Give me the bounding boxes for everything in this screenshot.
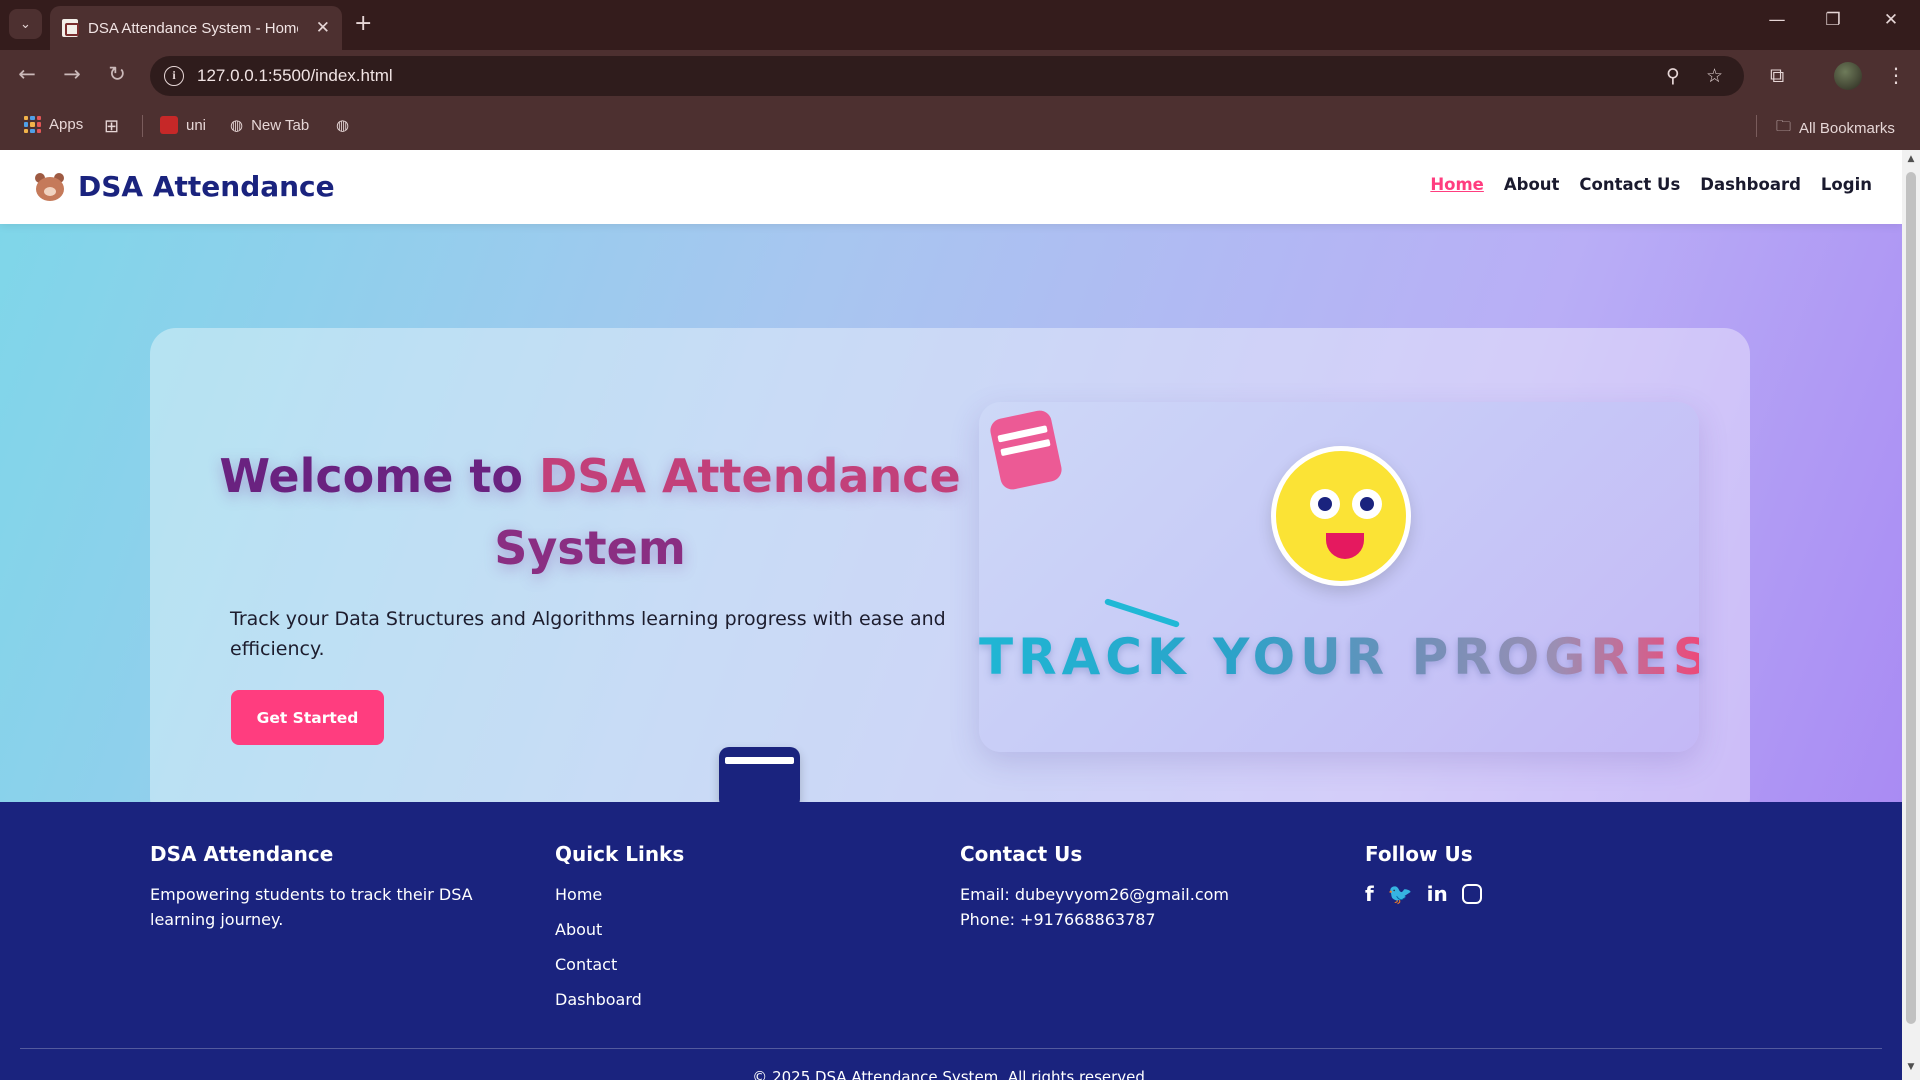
zoom-icon[interactable]: ⚲ [1666,65,1680,87]
footer-contact-column: Contact Us Email: dubeyvyom26@gmail.com … [960,842,1340,932]
pen-stroke-decoration [1103,598,1181,628]
bookmark-grid[interactable]: ⊞ [104,116,119,137]
hero-description: Track your Data Structures and Algorithm… [230,608,946,660]
footer-link-contact[interactable]: Contact [555,952,935,977]
tab-title: DSA Attendance System - Home [88,19,298,37]
scrollbar-thumb[interactable] [1906,172,1916,1024]
bookmarks-bar: Apps ⊞ uni ◍ New Tab ◍ 🗀 All Bookmarks [0,102,1920,150]
tab-search-button[interactable]: ⌄ [9,9,42,39]
new-tab-button[interactable]: + [354,10,372,38]
footer-link-dashboard[interactable]: Dashboard [555,987,935,1012]
book-illustration-icon [988,408,1064,492]
footer-link-about[interactable]: About [555,917,935,942]
tab-favicon-icon [62,19,79,37]
back-button[interactable]: ← [12,62,42,86]
bookmark-uni-label: uni [186,116,207,134]
footer-about-text: Empowering students to track their DSA l… [150,885,473,929]
nav-link-home[interactable]: Home [1430,175,1484,194]
reload-button[interactable]: ↻ [102,62,132,86]
footer-follow-column: Follow Us f 🐦 in [1365,842,1745,906]
profile-avatar[interactable] [1834,62,1862,90]
brand-name: DSA Attendance [78,170,335,203]
bookmark-star-icon[interactable]: ☆ [1706,65,1723,87]
bookmarks-divider [142,115,143,137]
page-viewport: DSA Attendance Home About Contact Us Das… [0,150,1902,1080]
hero-illustration: TRACK YOUR PROGRESS! [979,402,1781,752]
bear-logo-icon [34,172,64,201]
browser-tab-strip: ⌄ DSA Attendance System - Home ✕ + — ❐ ✕ [0,0,1920,50]
minimize-window-button[interactable]: — [1762,10,1792,30]
nav-link-dashboard[interactable]: Dashboard [1700,175,1801,194]
restore-window-button[interactable]: ❐ [1818,10,1848,30]
card-illustration-icon [719,747,800,809]
instagram-icon[interactable] [1461,884,1482,904]
bookmark-new-tab-label: New Tab [251,116,310,134]
browser-toolbar: ← → ↻ i 127.0.0.1:5500/index.html ⚲ ☆ ⧉ … [0,50,1920,102]
hero-section: Welcome to DSA Attendance System Track y… [0,224,1902,824]
close-window-button[interactable]: ✕ [1876,10,1906,30]
folder-icon: 🗀 [1776,118,1792,135]
browser-menu-icon[interactable]: ⋮ [1886,63,1906,87]
address-url[interactable]: 127.0.0.1:5500/index.html [197,66,393,86]
extensions-icon[interactable]: ⧉ [1770,63,1784,87]
track-progress-text: TRACK YOUR PROGRESS! [979,628,1781,686]
footer-link-home[interactable]: Home [555,882,935,907]
hero-title-part2: DSA Attendance [539,449,961,503]
linkedin-icon[interactable]: in [1427,882,1448,906]
globe-icon: ◍ [230,117,244,134]
facebook-icon[interactable]: f [1365,882,1374,906]
nav-link-login[interactable]: Login [1821,175,1872,194]
browser-tab-active[interactable]: DSA Attendance System - Home ✕ [50,6,342,50]
hero-title: Welcome to DSA Attendance System [190,440,990,584]
bookmark-apps[interactable]: Apps [24,116,83,133]
hero-card: Welcome to DSA Attendance System Track y… [150,328,1781,824]
footer-about-column: DSA Attendance Empowering students to tr… [150,842,540,932]
address-bar[interactable]: i 127.0.0.1:5500/index.html ⚲ ☆ [150,56,1744,96]
footer-contact-heading: Contact Us [960,842,1083,866]
site-footer: DSA Attendance Empowering students to tr… [0,802,1902,1080]
hero-title-part1: Welcome to [219,449,540,503]
all-bookmarks[interactable]: 🗀 All Bookmarks [1776,116,1895,141]
page-scrollbar[interactable]: ▲ ▼ [1902,150,1920,1080]
grid-icon: ⊞ [104,116,120,136]
social-links: f 🐦 in [1365,882,1745,906]
footer-follow-heading: Follow Us [1365,842,1473,866]
twitter-icon[interactable]: 🐦 [1388,882,1413,906]
bookmark-globe[interactable]: ◍ [336,116,349,134]
footer-contact-phone: Phone: +917668863787 [960,910,1156,929]
bookmark-apps-label: Apps [49,116,84,133]
apps-grid-icon [24,116,41,133]
nav-link-about[interactable]: About [1504,175,1560,194]
all-bookmarks-label: All Bookmarks [1799,120,1895,137]
footer-quick-links-column: Quick Links Home About Contact Dashboard [555,842,935,1022]
scroll-down-arrow-icon[interactable]: ▼ [1906,1062,1916,1072]
footer-about-heading: DSA Attendance [150,842,334,866]
footer-contact-email: Email: dubeyvyom26@gmail.com [960,885,1229,904]
forward-button[interactable]: → [57,62,87,86]
get-started-button[interactable]: Get Started [231,690,384,745]
scroll-up-arrow-icon[interactable]: ▲ [1906,154,1916,164]
brand-logo[interactable]: DSA Attendance [34,170,335,203]
site-info-icon[interactable]: i [164,66,184,86]
site-header: DSA Attendance Home About Contact Us Das… [0,150,1902,224]
smiley-face-icon [1271,446,1411,586]
globe-icon: ◍ [336,117,350,134]
footer-divider [20,1048,1882,1049]
bookmarks-divider [1756,115,1757,137]
footer-quick-links-heading: Quick Links [555,842,685,866]
bookmark-uni[interactable]: uni [160,116,206,134]
main-nav: Home About Contact Us Dashboard Login [1430,175,1872,194]
bookmark-new-tab[interactable]: ◍ New Tab [230,116,310,135]
footer-copyright: © 2025 DSA Attendance System. All rights… [752,1068,1150,1080]
uni-favicon-icon [160,116,178,134]
tab-close-icon[interactable]: ✕ [316,18,330,38]
nav-link-contact[interactable]: Contact Us [1579,175,1680,194]
hero-title-part3: System [494,521,686,575]
